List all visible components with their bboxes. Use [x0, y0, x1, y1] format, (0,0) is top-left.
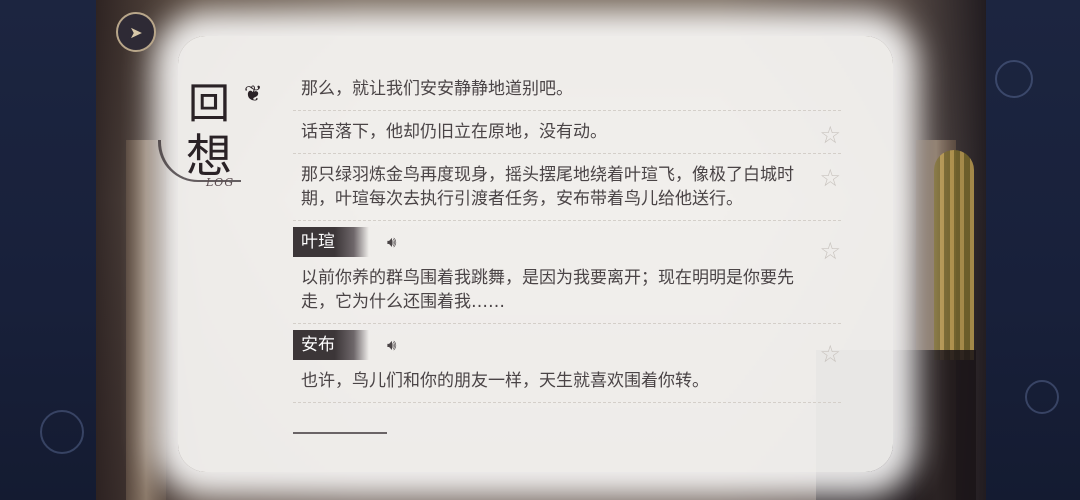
compass-back-icon[interactable]: ➤ [116, 12, 156, 52]
logo-subtitle: LOG [206, 176, 235, 189]
log-entry: 叶瑄 🔊︎ 以前你养的群鸟围着我跳舞，是因为我要离开；现在明明是你要先走，它为什么还… [293, 227, 841, 324]
log-entry-text: 话音落下，他却仍旧立在原地，没有动。 [301, 122, 607, 142]
speaker-row: 安布 🔊︎ [293, 330, 841, 360]
log-entry: 那么，就让我们安安静静地道别吧。 [293, 68, 841, 111]
speaker-name-tag: 叶瑄 [293, 227, 369, 257]
voice-replay-icon[interactable]: 🔊︎ [387, 336, 396, 354]
rose-ornament [995, 60, 1033, 98]
favorite-star-icon[interactable]: ☆ [819, 239, 841, 263]
voice-replay-icon[interactable]: 🔊︎ [387, 233, 396, 251]
recall-log-logo: 回 想 ❦ LOG [148, 70, 278, 195]
log-entry-text: 也许，鸟儿们和你的朋友一样，天生就喜欢围着你转。 [301, 371, 709, 391]
log-entry-text: 那只绿羽炼金鸟再度现身，摇头摆尾地绕着叶瑄飞，像极了白城时期，叶瑄每次去执行引渡… [301, 165, 794, 209]
rose-ornament [1025, 380, 1059, 414]
butterfly-icon: ❦ [244, 82, 263, 107]
speaker-row: 叶瑄 🔊︎ [293, 227, 841, 257]
scroll-indicator[interactable] [293, 432, 387, 434]
speaker-name-tag: 安布 [293, 330, 369, 360]
log-entry: 安布 🔊︎ 也许，鸟儿们和你的朋友一样，天生就喜欢围着你转。 ☆ [293, 330, 841, 403]
stained-glass-window [934, 150, 974, 360]
log-entry-text: 那么，就让我们安安静静地道别吧。 [301, 79, 573, 99]
log-entry: 那只绿羽炼金鸟再度现身，摇头摆尾地绕着叶瑄飞，像极了白城时期，叶瑄每次去执行引渡… [293, 154, 841, 221]
right-decor-panel [985, 0, 1080, 500]
rose-ornament [40, 410, 84, 454]
favorite-star-icon[interactable]: ☆ [819, 342, 841, 366]
favorite-star-icon[interactable]: ☆ [819, 123, 841, 147]
log-list[interactable]: 那么，就让我们安安静静地道别吧。话音落下，他却仍旧立在原地，没有动。 ☆ 那只绿羽炼… [293, 79, 841, 403]
log-entry: 话音落下，他却仍旧立在原地，没有动。 ☆ [293, 111, 841, 154]
log-entry-text: 以前你养的群鸟围着我跳舞，是因为我要离开；现在明明是你要先走，它为什么还围着我…… [301, 268, 794, 312]
favorite-star-icon[interactable]: ☆ [819, 166, 841, 190]
left-decor-panel [0, 0, 100, 500]
